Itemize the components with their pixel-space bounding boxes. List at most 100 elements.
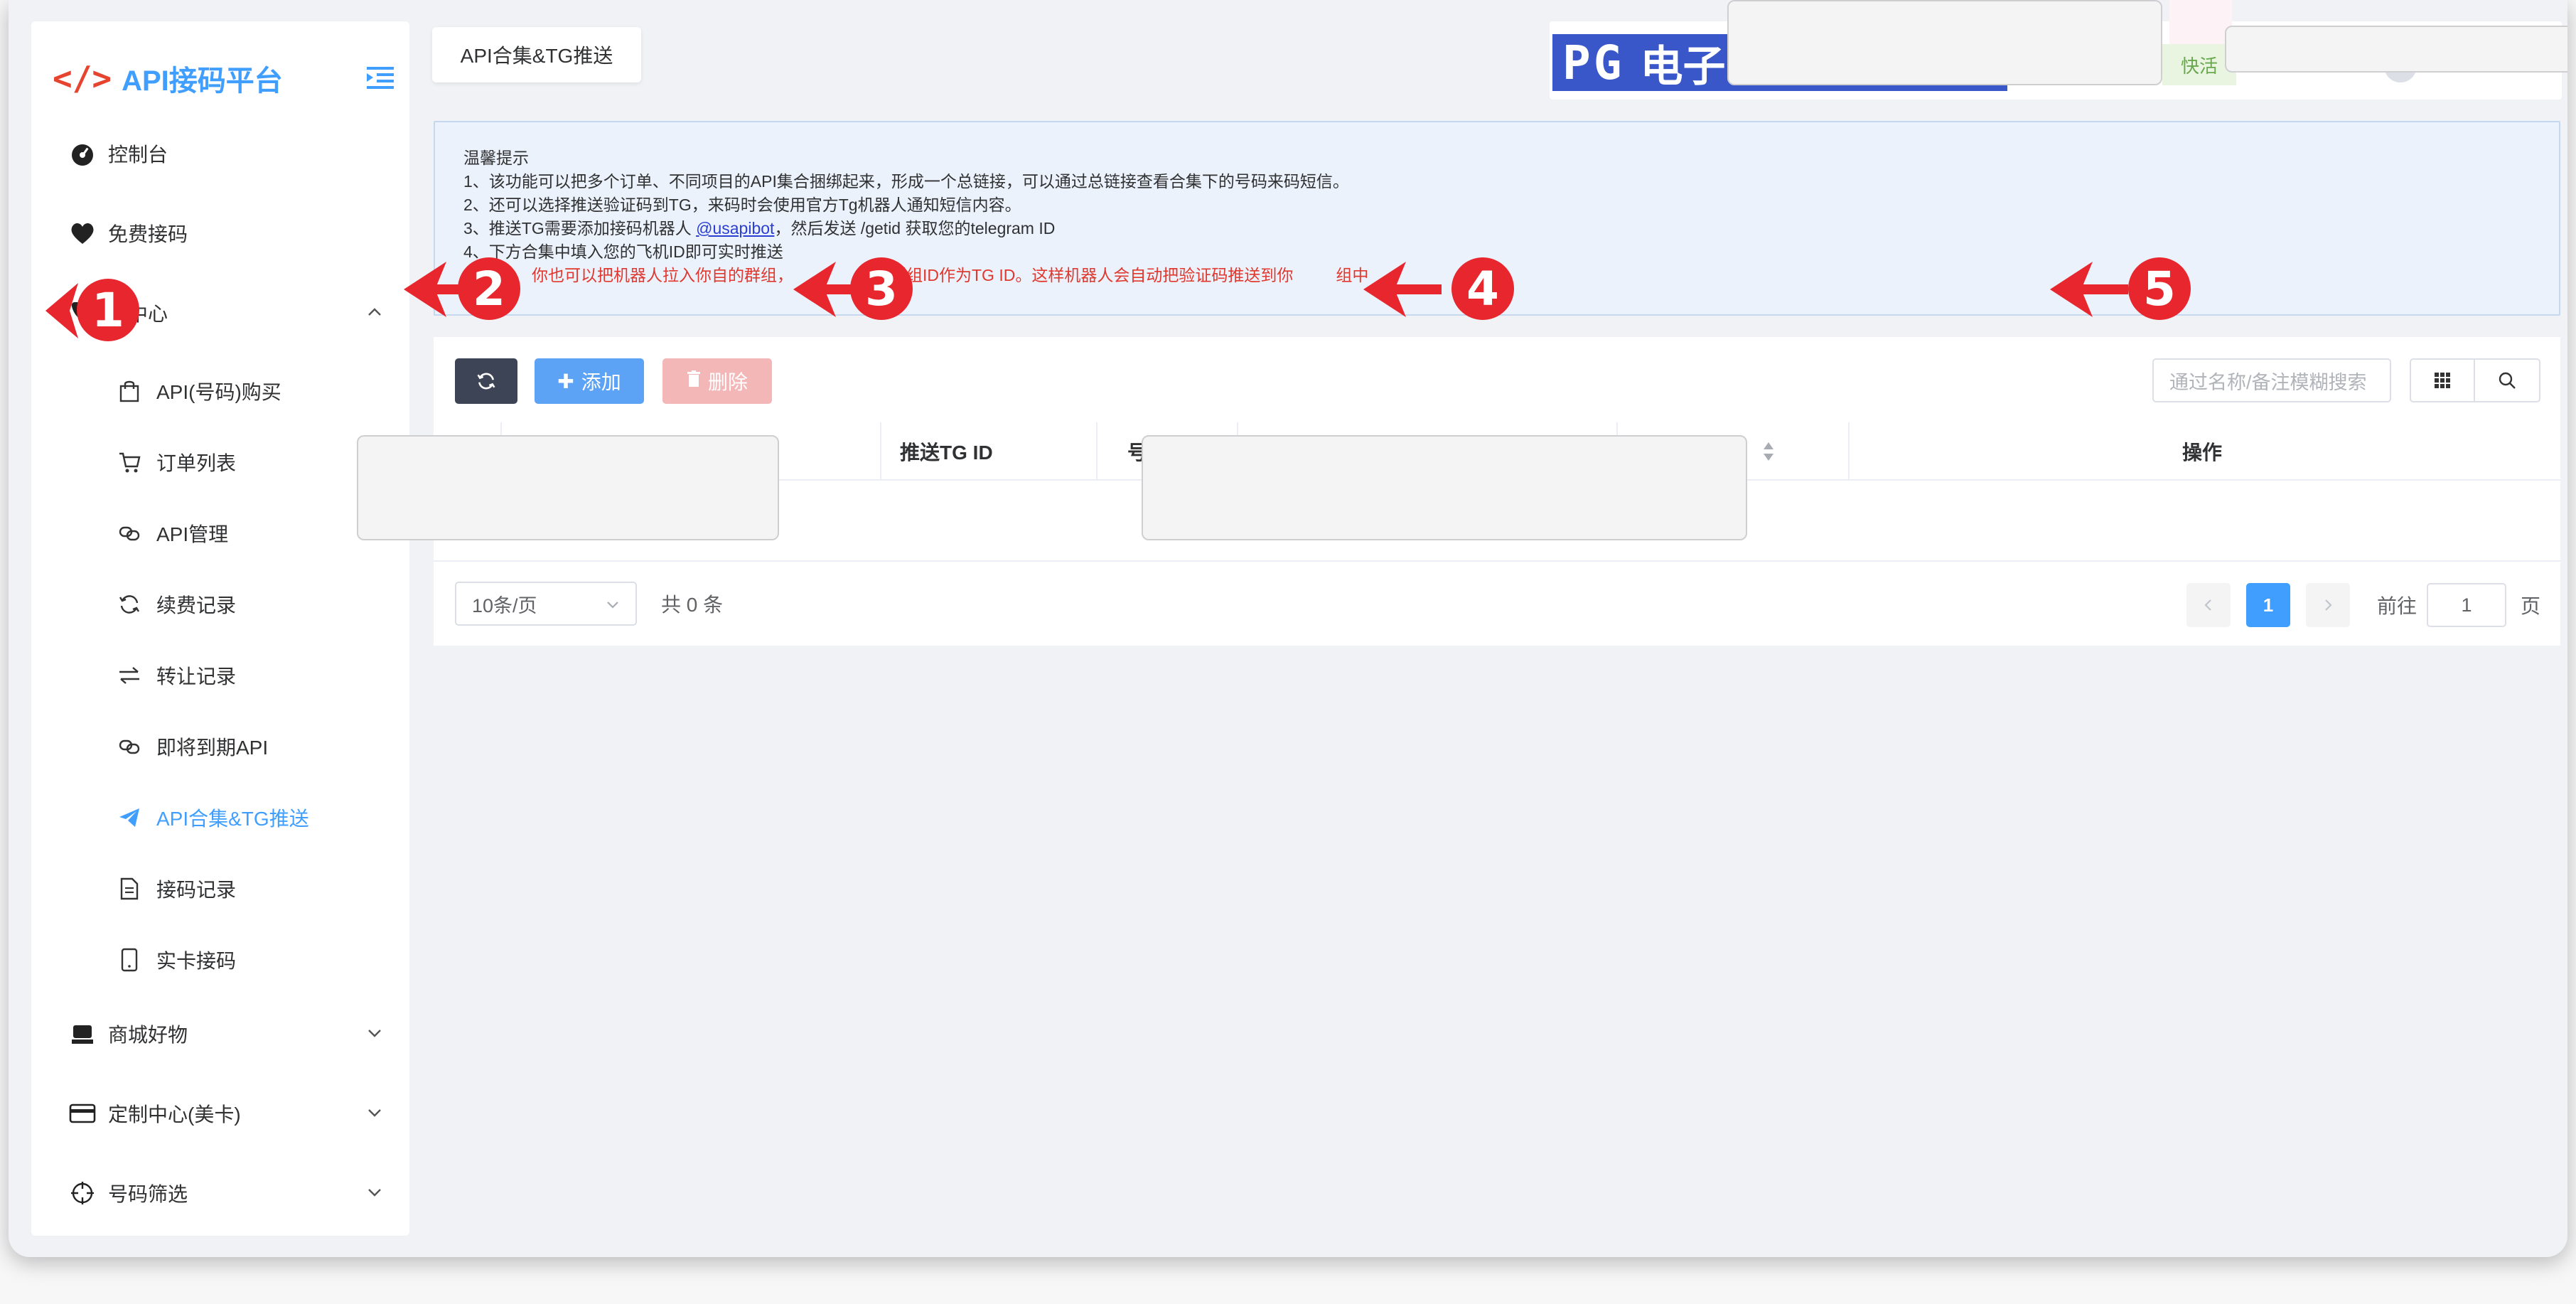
sidebar-subitem-label: API管理 — [156, 523, 229, 545]
goto-label: 前往 — [2377, 595, 2417, 617]
sidebar-subitem-label: API合集&TG推送 — [156, 808, 309, 830]
chevron-up-icon — [368, 308, 381, 316]
column-divider — [1096, 422, 1098, 481]
sidebar-subitem-api-manage[interactable]: API管理 — [31, 498, 409, 569]
sidebar-subitem-label: 即将到期API — [156, 737, 269, 759]
page-number-button[interactable]: 1 — [2246, 583, 2290, 627]
total-count: 共 0 条 — [661, 594, 724, 616]
heart-icon — [68, 219, 97, 247]
grid-view-button[interactable] — [2411, 360, 2476, 401]
page-size-select[interactable]: 10条/页 — [455, 582, 637, 626]
link-icon — [117, 734, 142, 759]
tips-text: 获取群组ID作为TG ID。这样机器人会自动把验证码推送到你 — [857, 266, 1294, 284]
shopping-bag-icon — [117, 378, 142, 404]
annotation-arrow-icon — [1363, 262, 1442, 317]
sidebar-subitem-physical-card[interactable]: 实卡接码 — [31, 924, 409, 995]
sidebar-subitem-label: API(号码)购买 — [156, 381, 281, 403]
code-icon: </> — [53, 59, 112, 97]
redacted-block — [1727, 0, 2162, 85]
sidebar-subitem-label: 实卡接码 — [156, 950, 237, 972]
document-icon — [117, 876, 142, 902]
logo[interactable]: </> API接码平台 — [53, 57, 283, 100]
cart-icon — [117, 449, 142, 475]
sidebar-item-dashboard[interactable]: 控制台 — [31, 118, 409, 189]
sidebar-item-shop[interactable]: 商城好物 — [31, 998, 409, 1069]
sidebar-subitem-order-list[interactable]: 订单列表 — [31, 427, 409, 498]
sidebar-item-label: 号码筛选 — [108, 1183, 188, 1205]
sidebar-item-custom-center[interactable]: 定制中心(美卡) — [31, 1078, 409, 1149]
next-page-button[interactable] — [2306, 583, 2350, 627]
tips-text: 3、推送TG需要添加接码机器人 — [463, 219, 697, 237]
tab-api-collection-tg[interactable]: API合集&TG推送 — [432, 27, 641, 82]
annotation-badge: 3 — [850, 257, 913, 320]
redacted-block — [2225, 26, 2567, 73]
transfer-arrows-icon — [117, 663, 142, 688]
view-toggle — [2410, 358, 2540, 402]
paper-plane-icon — [117, 805, 142, 830]
sidebar-item-label: 商城好物 — [108, 1024, 188, 1046]
annotation-arrow-icon — [2050, 262, 2128, 317]
tips-line: 1、该功能可以把多个订单、不同项目的API集合捆绑起来，形成一个总链接，可以通过… — [463, 172, 1349, 191]
sidebar-subitem-api-purchase[interactable]: API(号码)购买 — [31, 356, 409, 427]
chevron-down-icon — [368, 1030, 381, 1037]
delete-button-label: 删除 — [707, 371, 748, 393]
chevron-right-icon — [2325, 599, 2332, 611]
search-icon — [2499, 372, 2516, 389]
annotation-badge: 5 — [2128, 257, 2191, 320]
delete-button[interactable]: 删除 — [662, 358, 772, 404]
column-header-actions: 操作 — [2182, 442, 2223, 464]
search-input[interactable]: 通过名称/备注模糊搜索 — [2152, 358, 2391, 402]
sidebar-item-label: 控制台 — [108, 144, 168, 166]
crosshair-icon — [68, 1179, 97, 1207]
page-size-value: 10条/页 — [472, 594, 537, 616]
mobile-device-icon — [117, 947, 142, 973]
chevron-down-icon — [368, 1109, 381, 1117]
sidebar-item-label: 免费接码 — [108, 223, 188, 245]
chevron-left-icon — [2204, 599, 2211, 611]
bot-link[interactable]: @usapibot — [696, 219, 774, 237]
sidebar-subitem-transfer-records[interactable]: 转让记录 — [31, 640, 409, 711]
sidebar-item-free-sms[interactable]: 免费接码 — [31, 198, 409, 269]
annotation-badge: 4 — [1451, 257, 1514, 320]
goto-page-input[interactable]: 1 — [2427, 583, 2506, 627]
annotation-badge: 2 — [458, 257, 520, 320]
tips-title: 温馨提示 — [463, 149, 529, 167]
sidebar-subitem-sms-records[interactable]: 接码记录 — [31, 853, 409, 924]
sidebar-item-number-filter[interactable]: 号码筛选 — [31, 1158, 409, 1229]
sidebar-subitem-label: 续费记录 — [156, 594, 237, 616]
column-header-tg-id[interactable]: 推送TG ID — [900, 422, 993, 481]
annotation-badge: 1 — [77, 279, 139, 341]
sidebar-item-label: 定制中心(美卡) — [108, 1103, 241, 1126]
banner-text: PG — [1562, 35, 1625, 90]
prev-page-button[interactable] — [2186, 583, 2231, 627]
column-divider — [880, 422, 881, 481]
sidebar-subitem-label: 订单列表 — [156, 452, 237, 474]
banner-text: 电子 — [1640, 42, 1726, 90]
tips-text: ，然后发送 /getid 获取您的telegram ID — [774, 219, 1056, 237]
app-window: </> API接码平台 控制台 免费接码 API(号码)购买 订单列表 API管… — [9, 0, 2567, 1257]
menu-collapse-icon[interactable] — [367, 65, 394, 90]
credit-card-icon — [68, 1099, 97, 1128]
sidebar-subitem-api-collection-tg[interactable]: API合集&TG推送 — [31, 782, 409, 853]
refresh-button[interactable] — [455, 358, 517, 404]
search-button[interactable] — [2475, 360, 2539, 401]
sort-icon[interactable] — [1761, 441, 1776, 462]
tips-text: 你也可以把机器人拉入你自的群组， — [532, 266, 793, 284]
grid-icon — [2435, 373, 2450, 388]
plus-icon: ✚ — [557, 370, 574, 392]
refresh-icon — [477, 373, 495, 390]
tips-line: 2、还可以选择推送验证码到TG，来码时会使用官方Tg机器人通知短信内容。 — [463, 196, 1021, 214]
redacted-block — [357, 435, 779, 540]
chevron-down-icon — [607, 602, 618, 609]
logo-text: API接码平台 — [122, 65, 283, 97]
annotation-arrow-icon — [45, 283, 78, 338]
sidebar-subitem-renewal-records[interactable]: 续费记录 — [31, 569, 409, 640]
link-icon — [117, 520, 142, 546]
add-button[interactable]: ✚ 添加 — [535, 358, 644, 404]
redacted-block — [1142, 435, 1747, 540]
add-button-label: 添加 — [581, 371, 621, 393]
trash-icon — [687, 370, 701, 392]
sidebar-subitem-expiring-api[interactable]: 即将到期API — [31, 711, 409, 782]
dashboard-gauge-icon — [68, 139, 97, 168]
chevron-down-icon — [368, 1189, 381, 1197]
